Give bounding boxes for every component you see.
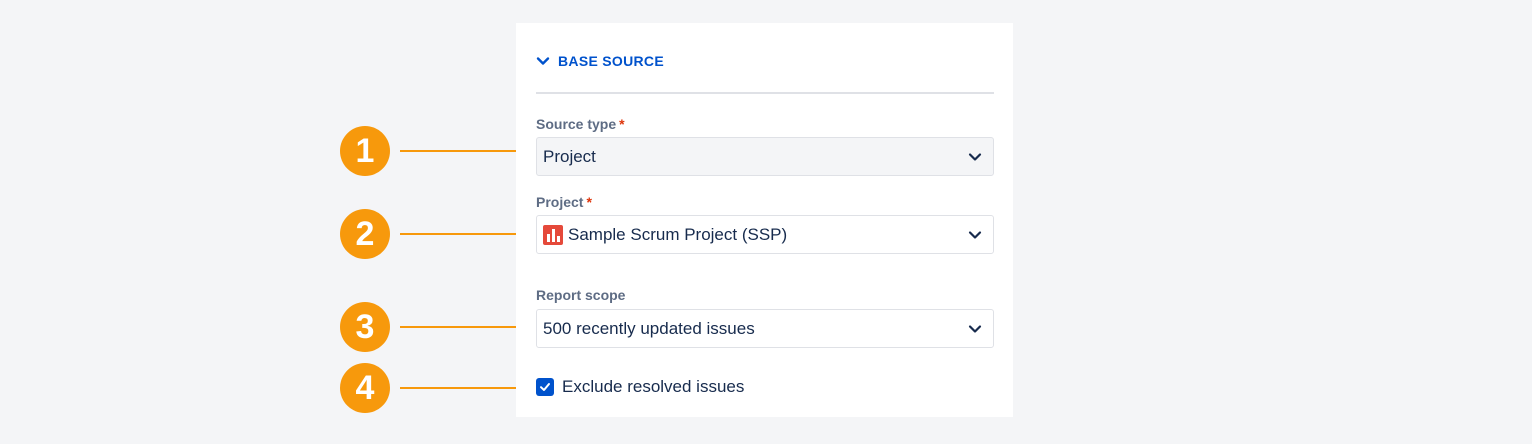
- report-scope-value: 500 recently updated issues: [543, 318, 755, 338]
- chevron-down-icon: [536, 57, 550, 65]
- required-marker: *: [619, 116, 625, 132]
- callout-2: 2: [340, 209, 390, 259]
- source-type-label: Source type *: [536, 116, 625, 132]
- report-scope-label-text: Report scope: [536, 287, 626, 303]
- report-scope-select[interactable]: 500 recently updated issues: [536, 309, 994, 348]
- callout-2-number: 2: [355, 214, 375, 253]
- project-avatar-icon: [543, 224, 563, 245]
- exclude-resolved-label[interactable]: Exclude resolved issues: [562, 377, 744, 397]
- report-scope-label: Report scope: [536, 287, 625, 303]
- section-title: BASE SOURCE: [558, 53, 664, 69]
- callout-1-leader: [400, 150, 520, 152]
- callout-3: 3: [340, 302, 390, 352]
- exclude-resolved-checkbox[interactable]: [536, 378, 554, 396]
- chevron-down-icon: [968, 152, 982, 161]
- chevron-down-icon: [968, 324, 982, 333]
- source-type-select[interactable]: Project: [536, 137, 994, 176]
- project-value: Sample Scrum Project (SSP): [568, 224, 788, 244]
- source-type-label-text: Source type: [536, 116, 617, 132]
- callout-4: 4: [340, 363, 390, 413]
- chevron-down-icon: [968, 230, 982, 239]
- project-select[interactable]: Sample Scrum Project (SSP): [536, 215, 994, 254]
- section-divider: [536, 92, 994, 94]
- callout-1-number: 1: [355, 131, 375, 170]
- required-marker: *: [586, 194, 592, 210]
- project-label-text: Project: [536, 194, 584, 210]
- base-source-panel: BASE SOURCE Source type * Project Project…: [516, 23, 1013, 417]
- callout-3-number: 3: [355, 307, 375, 346]
- callout-2-leader: [400, 233, 520, 235]
- callout-4-leader: [400, 387, 520, 389]
- checkmark-icon: [540, 383, 550, 391]
- callout-4-number: 4: [355, 368, 375, 407]
- exclude-resolved-row: Exclude resolved issues: [536, 377, 744, 397]
- source-type-value: Project: [543, 146, 596, 166]
- callout-3-leader: [400, 326, 520, 328]
- base-source-toggle[interactable]: BASE SOURCE: [536, 51, 664, 71]
- callout-1: 1: [340, 126, 390, 176]
- project-label: Project *: [536, 194, 592, 210]
